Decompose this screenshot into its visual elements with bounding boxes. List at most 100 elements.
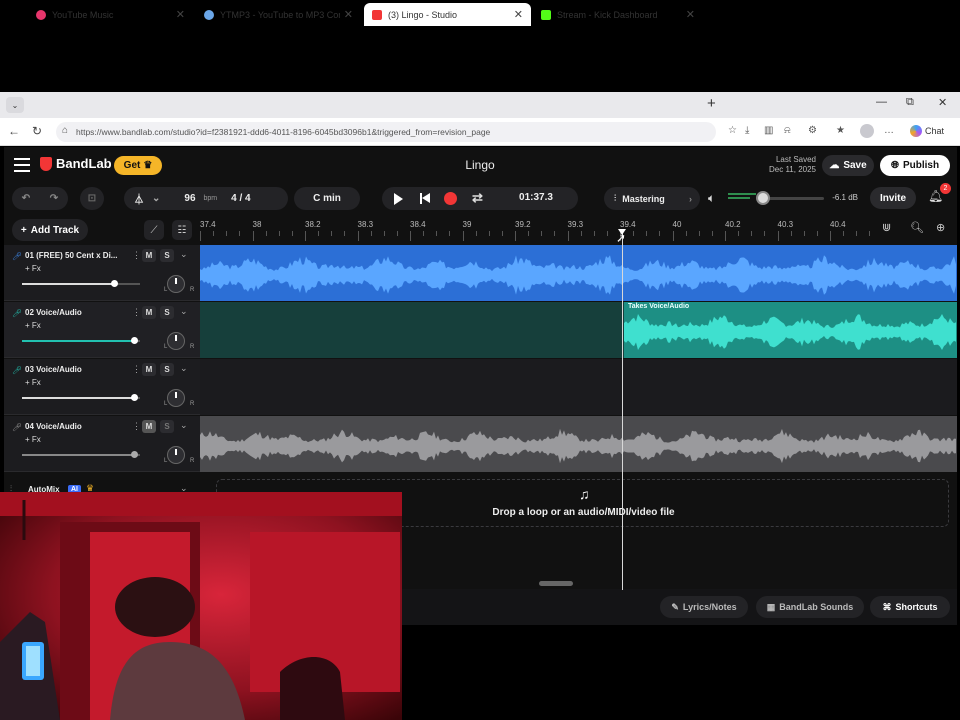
extensions-icon[interactable]: ⚙ (808, 125, 817, 136)
track-lane-2[interactable]: Takes Voice/Audio (200, 302, 957, 358)
timeline-ruler[interactable]: 37.4 38 38.2 38.3 38.4 39 39.2 39.3 39.4 40 40.2 40… (200, 215, 871, 245)
zoom-in-icon[interactable]: ⊕ (936, 221, 945, 234)
notifications-icon[interactable]: ⍾ (784, 125, 791, 136)
add-track-button[interactable]: + Add Track (12, 219, 88, 241)
add-fx-button[interactable]: + Fx (25, 435, 41, 444)
chevron-down-icon[interactable]: ⌄ (152, 193, 160, 204)
rewind-button[interactable] (420, 193, 430, 204)
tab-list-dropdown[interactable]: ⌄ (6, 97, 24, 113)
speaker-icon[interactable]: 🔈︎ (708, 191, 715, 206)
close-tab-icon[interactable]: ✕ (176, 8, 185, 21)
key-selector[interactable]: C min (294, 187, 360, 210)
track-name[interactable]: 03 Voice/Audio (25, 365, 123, 374)
menu-icon[interactable] (14, 158, 30, 172)
mute-button[interactable]: M (142, 420, 156, 433)
restore-icon[interactable]: ⧉ (906, 96, 914, 109)
audio-clip[interactable] (200, 245, 957, 301)
chevron-down-icon[interactable]: ⌄ (180, 363, 188, 374)
minimize-icon[interactable]: — (876, 96, 887, 108)
play-button[interactable] (394, 193, 403, 205)
panel-resize-handle[interactable] (539, 581, 573, 586)
pan-knob[interactable] (167, 332, 185, 350)
tab-kick-dashboard[interactable]: Stream - Kick Dashboard ✕ (533, 3, 703, 26)
tab-youtube-music[interactable]: YouTube Music ✕ (28, 3, 193, 26)
download-icon[interactable]: ⤓ (745, 125, 749, 136)
mastering-button[interactable]: ⫶ Mastering › (604, 187, 700, 210)
mute-button[interactable]: M (142, 363, 156, 376)
track-header-3[interactable]: 🎤︎ 03 Voice/Audio ⋮ M S ⌄ + Fx LR (4, 359, 200, 415)
site-info-icon[interactable]: ⌂ (62, 125, 68, 136)
add-fx-button[interactable]: + Fx (25, 378, 41, 387)
track-volume-slider[interactable] (22, 280, 140, 287)
save-button[interactable]: ☁ Save (822, 155, 874, 176)
chevron-down-icon[interactable]: ⌄ (180, 420, 188, 431)
refresh-icon[interactable]: ↻ (32, 124, 42, 138)
more-options-icon[interactable]: … (884, 125, 894, 136)
track-name[interactable]: 04 Voice/Audio (25, 422, 123, 431)
redo-icon[interactable]: ↷ (50, 193, 58, 204)
solo-button[interactable]: S (160, 420, 174, 433)
track-name[interactable]: 01 (FREE) 50 Cent x Di... (25, 251, 123, 260)
playhead[interactable] (622, 232, 623, 590)
tab-lingo-studio[interactable]: (3) Lingo - Studio ✕ (364, 3, 531, 26)
bandlab-logo[interactable]: BandLab (40, 156, 112, 171)
track-volume-slider[interactable] (22, 337, 140, 344)
mute-button[interactable]: M (142, 249, 156, 262)
add-fx-button[interactable]: + Fx (25, 264, 41, 273)
url-field[interactable]: https://www.bandlab.com/studio?id=f23819… (56, 122, 716, 142)
master-volume-knob[interactable] (756, 191, 770, 205)
wand-icon[interactable]: ⟋ (144, 220, 164, 240)
new-tab-button[interactable]: + (707, 95, 716, 112)
mute-button[interactable]: M (142, 306, 156, 319)
solo-button[interactable]: S (160, 306, 174, 319)
lyrics-notes-button[interactable]: ✎ Lyrics/Notes (660, 596, 748, 618)
chevron-down-icon[interactable]: ⌄ (180, 249, 188, 260)
track-header-2[interactable]: 🎤︎ 02 Voice/Audio ⋮ M S ⌄ + Fx LR (4, 302, 200, 358)
track-name[interactable]: 02 Voice/Audio (25, 308, 123, 317)
track-header-1[interactable]: 🎤︎ 01 (FREE) 50 Cent x Di... ⋮ M S ⌄ + F… (4, 245, 200, 301)
solo-button[interactable]: S (160, 249, 174, 262)
close-window-icon[interactable]: ✕ (938, 96, 947, 109)
more-icon[interactable]: ⋮ (132, 364, 141, 375)
track-settings-icon[interactable]: ☷ (172, 220, 192, 240)
pan-knob[interactable] (167, 389, 185, 407)
add-fx-button[interactable]: + Fx (25, 321, 41, 330)
magnet-icon[interactable]: ⋓ (882, 221, 891, 234)
favorite-icon[interactable]: ☆ (728, 125, 737, 136)
pan-knob[interactable] (167, 275, 185, 293)
track-lane-1[interactable] (200, 245, 957, 301)
track-volume-slider[interactable] (22, 451, 140, 458)
bandlab-sounds-button[interactable]: ▦ BandLab Sounds (756, 596, 864, 618)
favorites-bar-icon[interactable]: ★ (836, 125, 845, 136)
tab-ytmp3[interactable]: YTMP3 - YouTube to MP3 Convert ✕ (196, 3, 361, 26)
project-title[interactable]: Lingo (424, 158, 536, 172)
metronome-icon[interactable]: ⏃ (134, 191, 144, 206)
track-volume-slider[interactable] (22, 394, 140, 401)
time-signature[interactable]: 4 / 4 (231, 193, 250, 204)
loop-icon[interactable]: ⇄ (472, 190, 483, 206)
close-tab-icon[interactable]: ✕ (686, 8, 695, 21)
zoom-out-icon[interactable]: 🔍︎ (910, 221, 924, 234)
pan-knob[interactable] (167, 446, 185, 464)
takes-clip[interactable]: Takes Voice/Audio (624, 302, 957, 358)
track-lane-3[interactable] (200, 359, 957, 415)
profile-avatar[interactable] (860, 124, 874, 138)
snap-button[interactable]: ⊡ (80, 187, 104, 210)
back-icon[interactable]: ← (8, 124, 20, 138)
record-button[interactable] (444, 192, 457, 205)
chevron-down-icon[interactable]: ⌄ (180, 306, 188, 317)
more-icon[interactable]: ⋮ (132, 421, 141, 432)
undo-icon[interactable]: ↶ (22, 193, 30, 204)
more-icon[interactable]: ⋮ (132, 307, 141, 318)
close-tab-icon[interactable]: ✕ (514, 8, 523, 21)
invite-button[interactable]: Invite (870, 187, 916, 209)
track-header-4[interactable]: 🎤︎ 04 Voice/Audio ⋮ M S ⌄ + Fx LR (4, 416, 200, 472)
muted-audio-clip[interactable] (200, 416, 957, 472)
get-membership-button[interactable]: Get ♛ (114, 156, 162, 175)
bpm-value[interactable]: 96 (184, 193, 195, 204)
close-tab-icon[interactable]: ✕ (344, 8, 353, 21)
reading-view-icon[interactable]: ▥ (764, 125, 773, 136)
more-icon[interactable]: ⋮ (132, 250, 141, 261)
shortcuts-button[interactable]: ⌘ Shortcuts (870, 596, 950, 618)
publish-button[interactable]: 🌐︎ Publish (880, 155, 950, 176)
